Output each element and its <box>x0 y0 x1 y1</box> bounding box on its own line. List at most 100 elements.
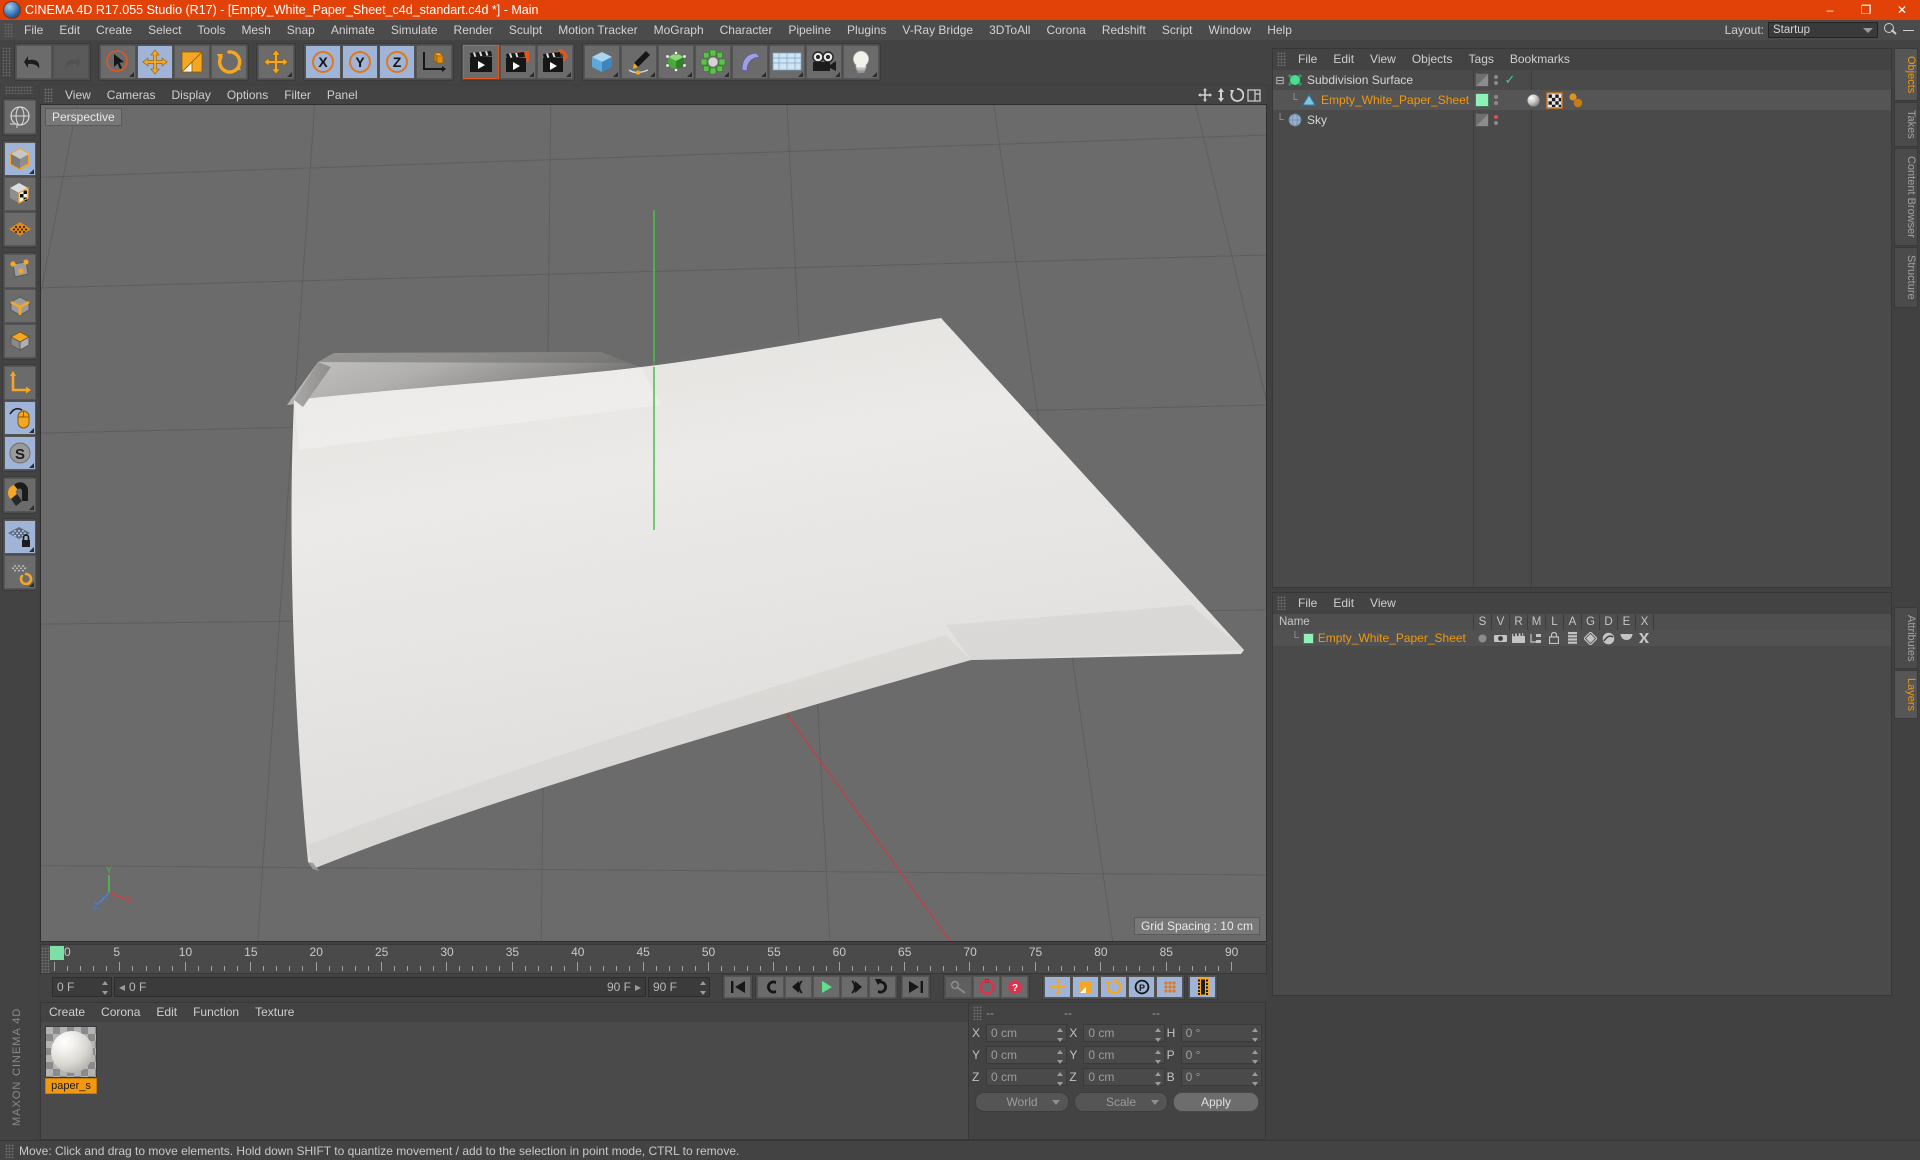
viewport-scale-icon[interactable] <box>1215 88 1227 102</box>
object-grip-handle[interactable] <box>1277 52 1286 66</box>
material-menu-texture[interactable]: Texture <box>247 1003 302 1021</box>
auto-keying-toggle-button[interactable]: ? <box>1001 976 1028 998</box>
menu-item-redshift[interactable]: Redshift <box>1094 20 1154 40</box>
object-visibility-toggle[interactable] <box>1473 73 1491 87</box>
object-visibility-dots[interactable] <box>1491 115 1501 125</box>
generator-icon[interactable] <box>1581 630 1599 646</box>
lock-workplane-button[interactable] <box>4 520 36 554</box>
add-array-button[interactable] <box>695 45 731 79</box>
object-menu-file[interactable]: File <box>1290 49 1325 69</box>
column-header-v[interactable]: V <box>1491 614 1509 630</box>
tool-submenu-corner[interactable] <box>687 72 692 77</box>
layer-name-cell[interactable]: └ Empty_White_Paper_Sheet <box>1273 631 1473 645</box>
manager-icon[interactable] <box>1527 630 1545 646</box>
material-tile[interactable]: paper_s <box>45 1026 97 1094</box>
viewport-grip-handle[interactable] <box>44 88 53 102</box>
menu-item-animate[interactable]: Animate <box>323 20 383 40</box>
coordinate-system-select[interactable]: World <box>975 1092 1069 1112</box>
previous-frame-button[interactable] <box>785 976 812 998</box>
column-header-m[interactable]: M <box>1527 614 1545 630</box>
spinner-icon[interactable] <box>1057 1028 1064 1042</box>
tab-attributes[interactable]: Attributes <box>1894 606 1918 670</box>
edge-mode-button[interactable] <box>4 289 36 323</box>
tool-submenu-corner[interactable] <box>29 547 34 552</box>
tool-submenu-corner[interactable] <box>761 72 766 77</box>
size-x-input[interactable]: 0 cm <box>1083 1024 1165 1042</box>
enable-snap-button[interactable] <box>4 478 36 512</box>
object-row-empty-white-paper-sheet[interactable]: └ Empty_White_Paper_Sheet <box>1273 90 1891 110</box>
spinner-icon[interactable] <box>1057 1072 1064 1086</box>
add-spline-button[interactable] <box>621 45 657 79</box>
timeline-track[interactable]: 0 5 10 15 20 25 30 35 40 45 50 55 60 65 70 75 80 85 90 <box>50 945 1266 973</box>
object-visibility-dots[interactable] <box>1491 95 1501 105</box>
panel-minimize-icon[interactable] <box>1902 23 1916 37</box>
go-to-end-button[interactable] <box>902 976 929 998</box>
menu-item-help[interactable]: Help <box>1259 20 1300 40</box>
spinner-icon[interactable] <box>1057 1050 1064 1064</box>
menu-item-motion-tracker[interactable]: Motion Tracker <box>550 20 645 40</box>
key-scale-button[interactable] <box>1072 976 1099 998</box>
move-tool[interactable] <box>137 45 173 79</box>
timeline-grip-handle[interactable] <box>41 947 50 973</box>
spinner-icon[interactable] <box>102 981 109 995</box>
planar-workplane-button[interactable] <box>4 555 36 589</box>
spinner-icon[interactable] <box>1154 1028 1162 1042</box>
add-nurbs-button[interactable] <box>658 45 694 79</box>
status-grip-handle[interactable] <box>5 1143 14 1158</box>
viewport-solo-single-button[interactable] <box>4 401 36 435</box>
spinner-icon[interactable] <box>1154 1050 1162 1064</box>
tool-submenu-corner[interactable] <box>29 505 34 510</box>
rot-p-input[interactable]: 0 ° <box>1180 1046 1262 1064</box>
pos-z-input[interactable]: 0 cm <box>986 1068 1068 1086</box>
menu-item-script[interactable]: Script <box>1154 20 1201 40</box>
render-settings-button[interactable] <box>537 45 573 79</box>
record-active-objects-button[interactable] <box>973 976 1000 998</box>
key-position-button[interactable] <box>1044 976 1071 998</box>
object-menu-edit[interactable]: Edit <box>1325 49 1362 69</box>
material-menu-function[interactable]: Function <box>185 1003 247 1021</box>
live-selection-tool[interactable] <box>100 45 136 79</box>
tab-structure[interactable]: Structure <box>1894 246 1918 308</box>
menu-item-pipeline[interactable]: Pipeline <box>780 20 839 40</box>
frame-range-field[interactable]: ◂ 0 F 90 F ▸ <box>114 977 646 997</box>
tool-submenu-corner[interactable] <box>566 72 571 77</box>
menu-item-tools[interactable]: Tools <box>189 20 233 40</box>
menu-item-file[interactable]: File <box>16 20 51 40</box>
spinner-icon[interactable] <box>1154 1072 1162 1086</box>
animation-icon[interactable] <box>1563 630 1581 646</box>
object-row-subdivision-surface[interactable]: ⊟ Subdivision Surface ✓ <box>1273 70 1891 90</box>
key-parameter-button[interactable]: P <box>1128 976 1155 998</box>
tab-content-browser[interactable]: Content Browser <box>1894 148 1918 246</box>
tool-submenu-corner[interactable] <box>29 463 34 468</box>
menu-item-window[interactable]: Window <box>1201 20 1260 40</box>
lock-icon[interactable] <box>1545 630 1563 646</box>
toolbar-grip-handle[interactable] <box>2 47 11 77</box>
object-menu-tags[interactable]: Tags <box>1461 49 1502 69</box>
column-header-a[interactable]: A <box>1563 614 1581 630</box>
viewport-menu-view[interactable]: View <box>57 86 99 104</box>
material-menu-create[interactable]: Create <box>41 1003 93 1021</box>
viewport-maximize-icon[interactable] <box>1247 88 1261 102</box>
render-to-picture-viewer-button[interactable] <box>500 45 536 79</box>
preview-end-field[interactable]: 90 F <box>648 977 710 997</box>
tool-submenu-corner[interactable] <box>529 72 534 77</box>
autokeying-button[interactable] <box>945 976 972 998</box>
tool-submenu-corner[interactable] <box>650 72 655 77</box>
column-header-s[interactable]: S <box>1473 614 1491 630</box>
pos-y-input[interactable]: 0 cm <box>986 1046 1068 1064</box>
menu-item-select[interactable]: Select <box>140 20 189 40</box>
maximize-button[interactable]: ❐ <box>1848 0 1884 20</box>
layer-menu-file[interactable]: File <box>1290 593 1325 613</box>
redo-button[interactable] <box>53 45 89 79</box>
viewport-rotate-icon[interactable] <box>1230 88 1244 102</box>
solo-dot-icon[interactable] <box>1473 630 1491 646</box>
enable-axis-button[interactable] <box>4 366 36 400</box>
tool-submenu-corner[interactable] <box>613 72 618 77</box>
object-menu-view[interactable]: View <box>1362 49 1404 69</box>
point-mode-button[interactable] <box>4 254 36 288</box>
material-preview-thumbnail[interactable] <box>45 1026 97 1078</box>
tool-submenu-corner[interactable] <box>29 428 34 433</box>
object-name-cell[interactable]: └ Empty_White_Paper_Sheet <box>1273 92 1473 108</box>
tool-submenu-corner[interactable] <box>29 169 34 174</box>
layer-rows[interactable]: └ Empty_White_Paper_Sheet <box>1273 630 1891 995</box>
